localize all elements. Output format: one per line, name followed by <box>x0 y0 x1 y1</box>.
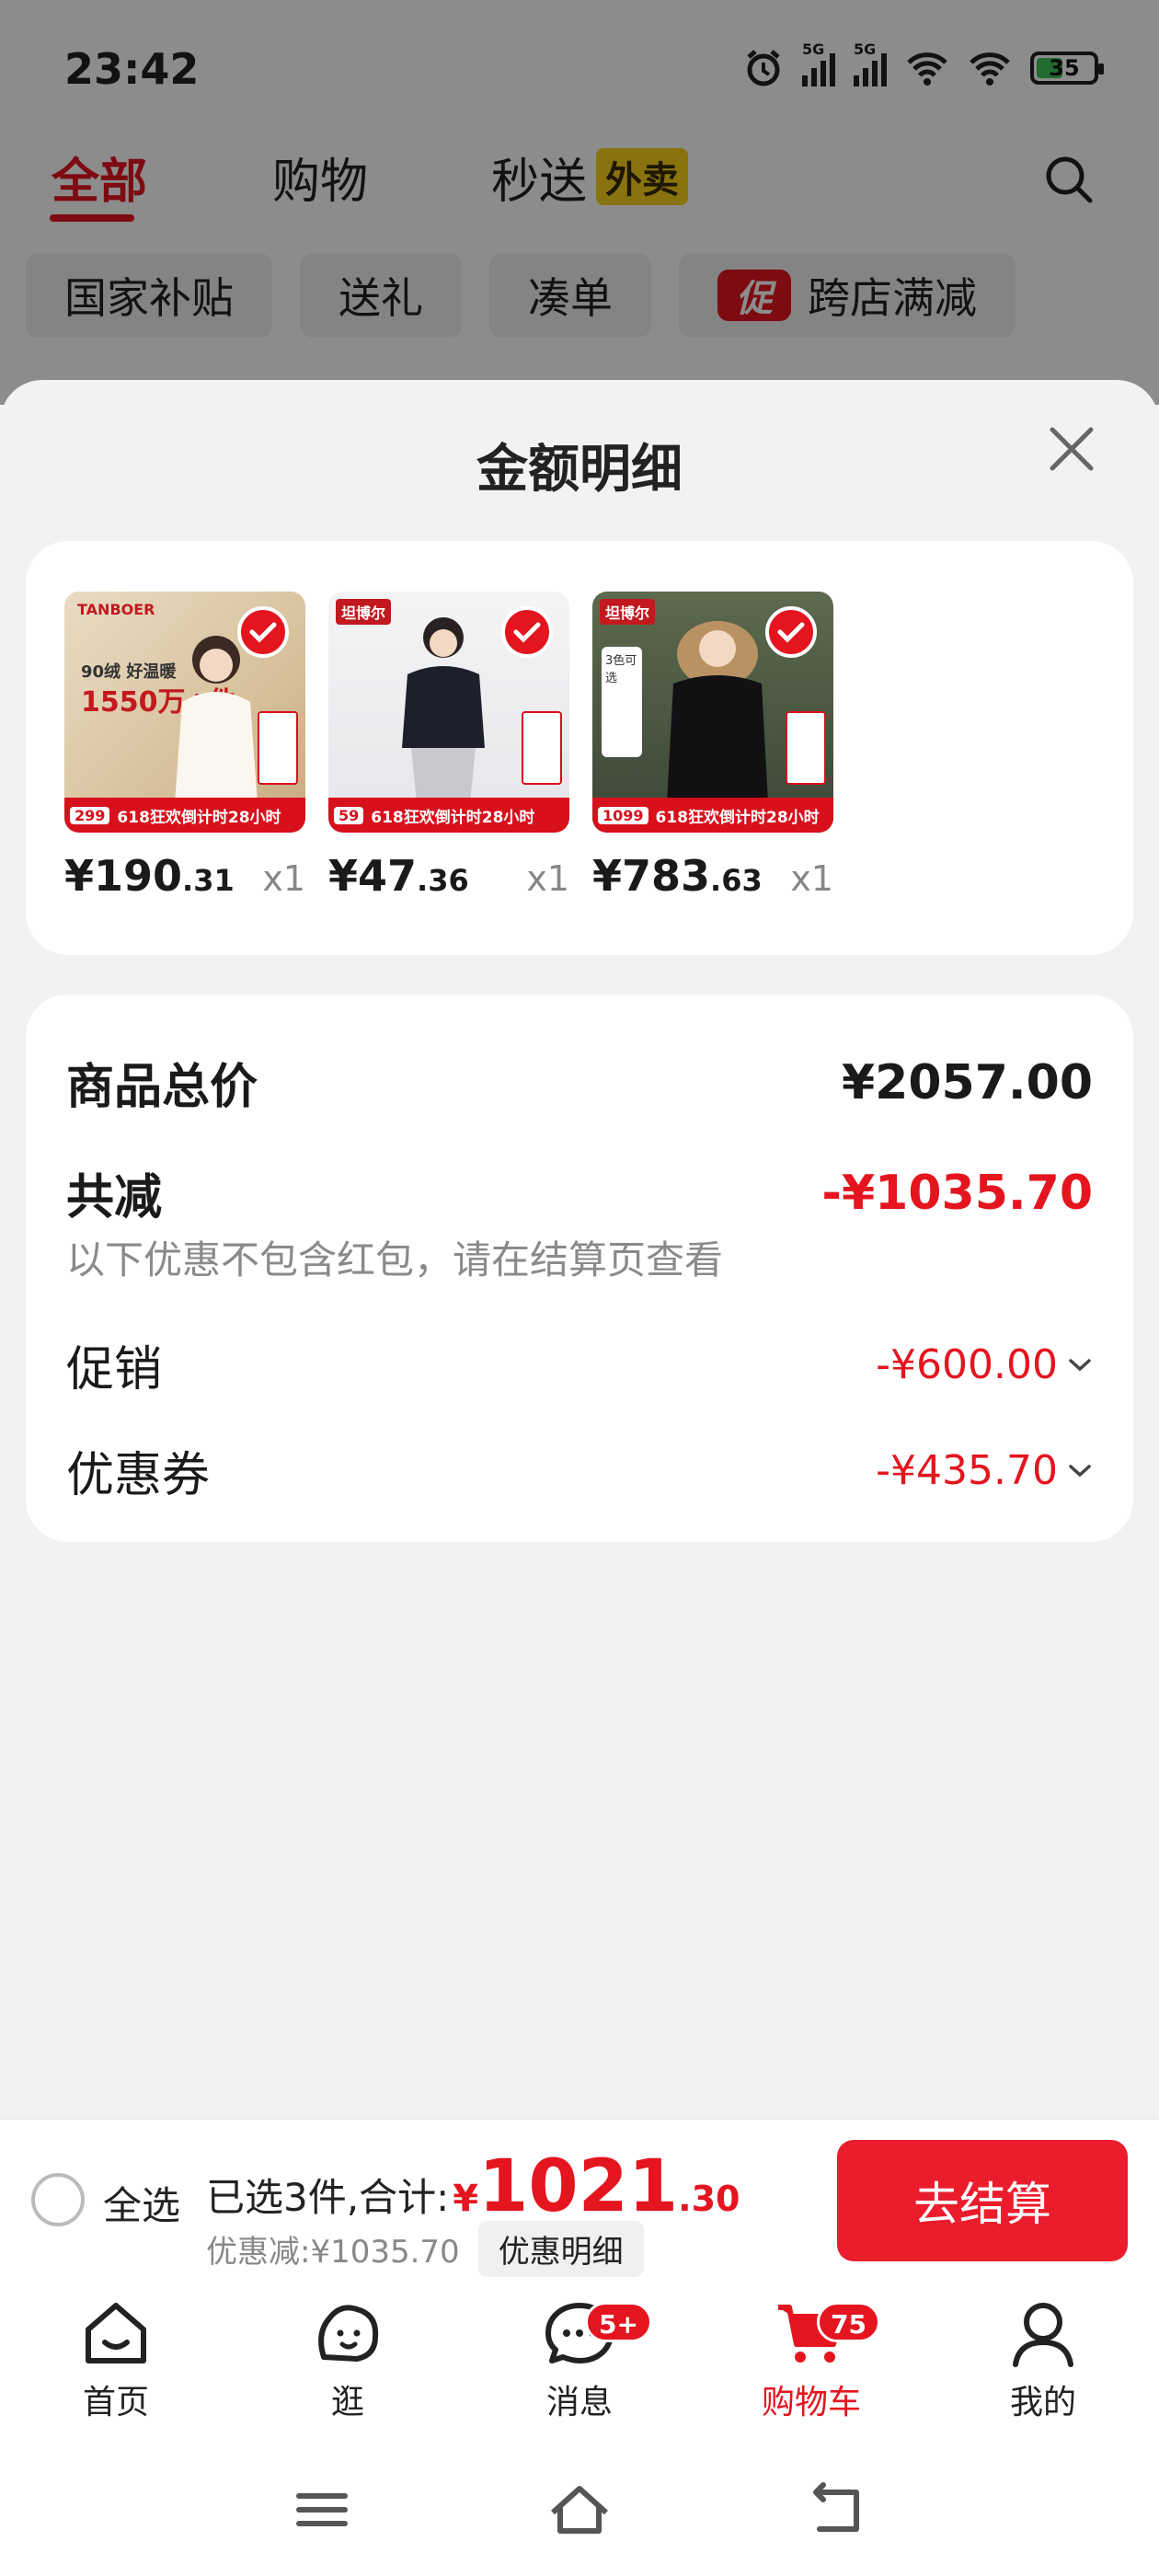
discount-amount-text: 优惠减:¥1035.70 <box>206 2234 460 2271</box>
select-all-label[interactable]: 全选 <box>103 2175 180 2231</box>
model-figure <box>666 621 769 820</box>
nav-mine[interactable]: 我的 <box>970 2296 1117 2423</box>
total-currency: ¥ <box>453 2178 479 2220</box>
home-icon <box>86 2303 146 2363</box>
selected-count-text: 已选3件,合计: <box>206 2175 450 2220</box>
mini-product-card <box>786 711 826 785</box>
selected-check-icon <box>237 606 289 658</box>
reduce-label: 共减 <box>66 1170 163 1225</box>
nav-cart[interactable]: 购物车 75 <box>738 2296 885 2423</box>
close-icon[interactable] <box>1039 417 1104 481</box>
menu-icon[interactable] <box>290 2478 354 2542</box>
total-amount-int: 1021 <box>478 2145 679 2228</box>
total-price-row: 商品总价 ¥2057.00 <box>66 1048 1093 1117</box>
product-thumbnail: 坦博尔 3色可选 1099 618狂欢倒计时28小时 <box>592 592 833 833</box>
promotion-value: -¥600.00 <box>876 1341 1093 1388</box>
profile-icon <box>1013 2303 1073 2367</box>
nav-home-label: 首页 <box>82 2384 149 2421</box>
brand-logo: TANBOER <box>77 601 155 618</box>
thumb-price-strip: 299 618狂欢倒计时28小时 <box>64 798 305 833</box>
product-qty: x1 <box>262 858 305 899</box>
selection-total: 已选3件,合计: ¥ 1021 .30 <box>206 2145 740 2228</box>
cart-badge: 75 <box>817 2302 880 2342</box>
product-price: ¥783.63 <box>592 851 763 901</box>
nav-browse[interactable]: 逛 <box>274 2296 421 2423</box>
selected-check-icon <box>765 606 817 658</box>
chevron-down-icon <box>1069 1358 1091 1371</box>
home-system-icon[interactable] <box>547 2478 612 2542</box>
promotion-label: 促销 <box>66 1342 163 1397</box>
brand-logo: 坦博尔 <box>336 599 392 625</box>
checkout-button[interactable]: 去结算 <box>837 2140 1128 2261</box>
product-item[interactable]: 坦博尔 59 618狂欢倒计时28小时 ¥47.36 x1 <box>328 592 569 901</box>
browse-icon <box>318 2305 379 2362</box>
total-price-value: ¥2057.00 <box>841 1054 1093 1110</box>
nav-browse-label: 逛 <box>330 2384 364 2421</box>
color-option-card: 3色可选 <box>602 647 642 757</box>
nav-home[interactable]: 首页 <box>42 2296 189 2423</box>
price-summary-card: 商品总价 ¥2057.00 共减 -¥1035.70 以下优惠不包含红包，请在结… <box>26 995 1133 1542</box>
discount-detail-button[interactable]: 优惠明细 <box>477 2221 644 2277</box>
selected-check-icon <box>501 606 553 658</box>
reduce-value: -¥1035.70 <box>821 1165 1093 1221</box>
mini-product-card <box>522 711 562 785</box>
product-item[interactable]: TANBOER 90绒 好温暖 1550万+件 299 618狂欢倒计时28小时 ¥… <box>64 592 305 901</box>
product-price: ¥47.36 <box>328 851 469 901</box>
nav-messages[interactable]: 消息 5+ <box>506 2296 653 2423</box>
product-item[interactable]: 坦博尔 3色可选 1099 618狂欢倒计时28小时 ¥783.63 x1 <box>592 592 833 901</box>
background-page: 23:42 5G 5G 35 全部 购物 秒送 外卖 国家补贴 送礼 凑单 促跨店… <box>0 0 1159 405</box>
coupon-value: -¥435.70 <box>876 1447 1093 1494</box>
total-price-label: 商品总价 <box>66 1060 258 1115</box>
product-list-card: TANBOER 90绒 好温暖 1550万+件 299 618狂欢倒计时28小时 ¥… <box>26 541 1133 955</box>
total-amount-dec: .30 <box>678 2179 740 2219</box>
thumb-price-strip: 1099 618狂欢倒计时28小时 <box>592 798 833 833</box>
chevron-down-icon <box>1069 1464 1091 1477</box>
product-price: ¥190.31 <box>64 851 235 901</box>
sheet-title: 金额明细 <box>476 440 683 500</box>
bottom-nav: 首页 逛 消息 5+ 购物车 75 我的 <box>0 2280 1159 2445</box>
select-all-radio[interactable] <box>31 2173 85 2226</box>
thumb-price-strip: 59 618狂欢倒计时28小时 <box>328 798 569 833</box>
nav-mine-label: 我的 <box>1009 2384 1076 2421</box>
dim-overlay[interactable] <box>0 0 1159 405</box>
model-figure <box>402 617 485 803</box>
nav-cart-label: 购物车 <box>761 2384 861 2421</box>
discount-line: 优惠减:¥1035.70 优惠明细 <box>206 2221 644 2277</box>
amount-detail-sheet: 金额明细 TANBOER 90绒 好温暖 1550万+件 299 618狂欢倒计时2… <box>0 380 1159 2119</box>
coupon-label: 优惠券 <box>66 1448 211 1503</box>
promotion-row[interactable]: 促销 -¥600.00 <box>66 1330 1093 1399</box>
back-icon[interactable] <box>805 2478 869 2542</box>
mini-product-card <box>258 711 298 785</box>
message-badge: 5+ <box>585 2302 652 2342</box>
brand-logo: 坦博尔 <box>600 599 656 625</box>
product-qty: x1 <box>790 858 833 899</box>
system-nav-bar <box>0 2445 1159 2576</box>
discount-note: 以下优惠不包含红包，请在结算页查看 <box>66 1237 724 1282</box>
product-qty: x1 <box>526 858 569 899</box>
product-thumbnail: TANBOER 90绒 好温暖 1550万+件 299 618狂欢倒计时28小时 <box>64 592 305 833</box>
reduce-row: 共减 -¥1035.70 <box>66 1158 1093 1227</box>
product-thumbnail: 坦博尔 59 618狂欢倒计时28小时 <box>328 592 569 833</box>
nav-messages-label: 消息 <box>545 2384 613 2421</box>
checkout-bar: 全选 已选3件,合计: ¥ 1021 .30 优惠减:¥1035.70 优惠明细… <box>0 2118 1159 2280</box>
coupon-row[interactable]: 优惠券 -¥435.70 <box>66 1436 1093 1505</box>
